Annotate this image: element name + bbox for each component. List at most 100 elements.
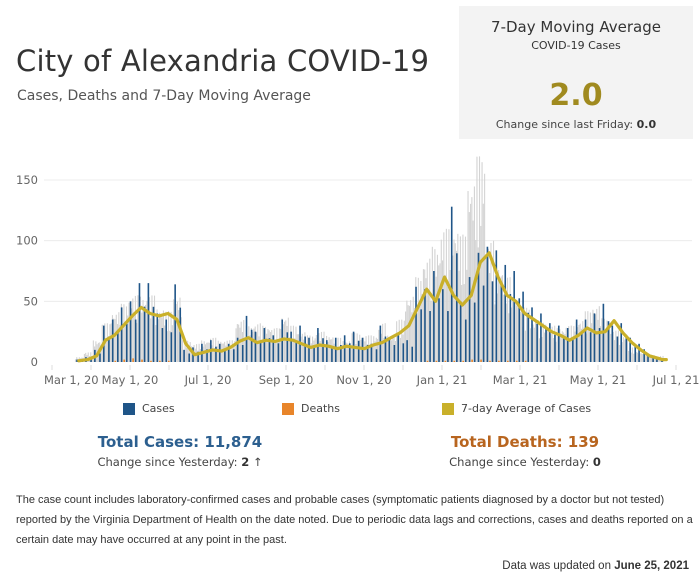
x-tick-label: May 1, 20 [102,373,159,387]
bar-cases [388,337,391,362]
legend-swatch-7day-average [442,402,454,415]
bar-all-reported [463,284,465,362]
bar-cases [456,253,458,362]
bar-all-reported [444,274,446,362]
bar-cases [584,319,587,362]
bar-all-reported [373,336,375,362]
kpi-title: 7-Day Moving Average [491,18,661,36]
bar-all-reported [529,328,532,362]
bar-all-reported [578,324,580,362]
bar-cases [218,343,221,362]
bar-deaths [114,360,117,362]
bar-all-reported [271,330,273,362]
bar-all-reported [649,357,651,362]
bar-all-reported [601,318,603,362]
bar-all-reported [507,277,509,362]
bar-all-reported [422,269,424,362]
bar-deaths [524,360,527,362]
bar-cases [575,319,578,362]
bar-all-reported [508,313,510,362]
bar-cases [447,311,449,362]
x-tick-label: Jul 1, 21 [652,373,700,387]
bar-all-reported [392,338,394,362]
bar-cases [424,289,426,362]
bar-all-reported [324,345,326,362]
bar-all-reported [222,343,224,362]
bar-deaths [453,360,456,362]
bar-cases [593,313,596,362]
bar-cases [504,264,507,362]
bar-all-reported [312,336,314,362]
bar-all-reported [239,327,241,362]
bar-all-reported [542,322,544,362]
bar-all-reported [588,328,590,362]
bar-all-reported [515,305,518,362]
bar-all-reported [226,340,228,362]
bar-deaths [471,359,473,362]
bar-all-reported [160,314,162,362]
bar-all-reported [547,330,549,362]
bar-all-reported [417,277,419,362]
bar-all-reported [276,328,278,362]
bar-cases [147,283,150,362]
deaths-change-label: Change since Yesterday: [449,455,590,469]
bar-all-reported [622,337,625,362]
legend-item-cases[interactable]: Cases [123,402,175,415]
bar-all-reported [565,327,567,362]
bar-cases [125,323,128,362]
updated-date: June 25, 2021 [614,560,689,572]
x-tick-label: Sep 1, 20 [259,373,314,387]
bar-all-reported [378,329,380,362]
bar-cases [259,340,262,362]
bar-cases [295,340,298,362]
bar-cases [232,349,235,362]
bar-cases [129,301,132,362]
bar-all-reported [454,243,456,362]
bar-all-reported [399,337,402,362]
legend-item-7day-average[interactable]: 7-day Average of Cases [442,402,591,415]
bar-all-reported [535,321,537,362]
bar-all-reported [533,327,535,362]
bar-all-reported [614,340,616,362]
bar-all-reported [178,310,180,362]
bar-all-reported [408,305,410,362]
bar-cases [143,306,146,362]
page-subtitle: Cases, Deaths and 7-Day Moving Average [17,88,311,104]
bar-all-reported [230,349,232,362]
bar-cases [536,323,538,362]
bar-cases [397,335,399,362]
bar-deaths [150,360,152,362]
legend-label-cases: Cases [142,402,175,415]
bar-cases [420,309,422,362]
legend-swatch-cases [123,402,135,415]
bar-cases [165,319,168,362]
bar-cases [188,353,190,362]
legend-item-deaths[interactable]: Deaths [282,402,340,415]
bar-all-reported [449,269,451,362]
cases-deaths-chart[interactable]: 0 50 100 150 Mar 1, 20 May 1, 20 Jul 1, 20 Sep… [0,150,700,395]
total-deaths-block: Total Deaths: 139 Change since Yesterday… [405,433,645,469]
bar-all-reported [560,335,562,362]
bar-deaths [444,360,447,362]
y-tick-label: 150 [16,173,38,187]
bar-all-reported [498,269,500,362]
bar-cases [170,332,173,362]
bar-all-reported [132,298,134,362]
bar-cases [486,246,489,362]
bar-all-reported [306,335,309,362]
x-axis: Mar 1, 20 May 1, 20 Jul 1, 20 Sep 1, 20 Nov … [44,365,699,387]
bar-deaths [480,359,482,362]
bar-cases [393,345,396,362]
bar-cases [531,307,533,362]
bar-cases [357,340,360,362]
bar-cases [254,331,257,362]
bar-all-reported [292,325,294,362]
x-tick-label: Jul 1, 20 [184,373,232,387]
bar-all-reported [538,338,540,362]
bar-all-reported [552,338,554,362]
bar-all-reported [169,330,171,362]
bar-all-reported [524,330,526,362]
x-tick-label: Jan 1, 21 [416,373,468,387]
bar-cases [263,328,266,362]
bar-all-reported [124,321,126,362]
